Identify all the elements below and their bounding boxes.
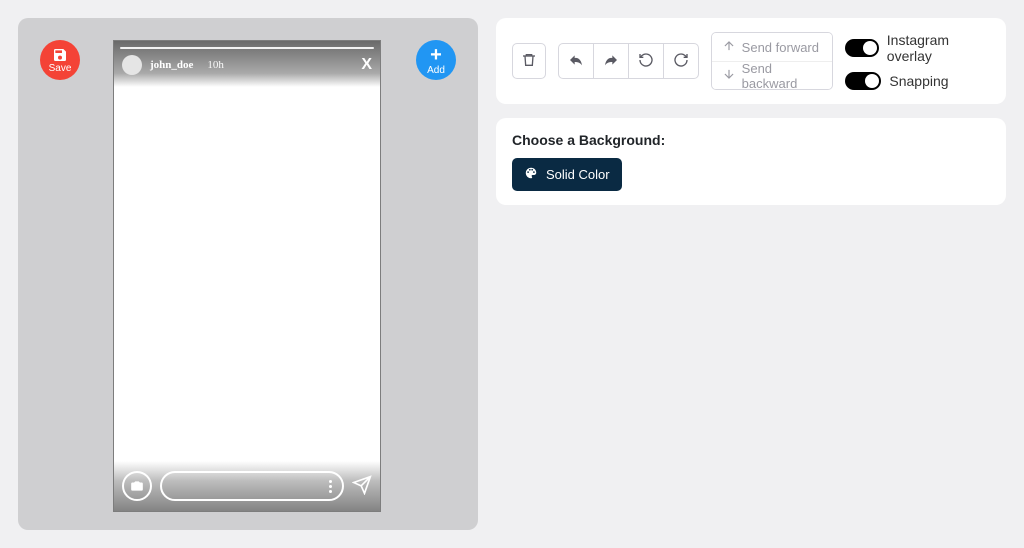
toolbar-card: Send forward Send backward Instagram ove… <box>496 18 1006 104</box>
story-username: john_doe <box>150 59 193 71</box>
story-close-icon: X <box>361 56 372 74</box>
add-button-label: Add <box>427 66 445 76</box>
undo-button[interactable] <box>628 43 664 79</box>
background-card: Choose a Background: Solid Color <box>496 118 1006 205</box>
background-title: Choose a Background: <box>512 132 990 148</box>
more-vertical-icon <box>329 480 332 493</box>
trash-icon <box>521 52 537 71</box>
send-forward-label: Send forward <box>742 40 819 55</box>
snapping-label: Snapping <box>889 73 948 89</box>
save-button-label: Save <box>49 64 72 74</box>
redo-button[interactable] <box>663 43 699 79</box>
instagram-overlay-label: Instagram overlay <box>887 32 990 64</box>
redo-icon <box>673 52 689 71</box>
save-icon <box>52 47 68 63</box>
story-overlay-bottom <box>114 461 380 511</box>
solid-color-button[interactable]: Solid Color <box>512 158 622 191</box>
solid-color-label: Solid Color <box>546 167 610 182</box>
canvas-panel: Save + Add john_doe 10h X <box>18 18 478 530</box>
send-icon <box>352 475 372 498</box>
undo-icon <box>638 52 654 71</box>
palette-icon <box>524 166 538 183</box>
instagram-overlay-toggle[interactable] <box>845 39 878 57</box>
story-avatar <box>122 55 142 75</box>
story-timestamp: 10h <box>207 59 224 71</box>
send-backward-button[interactable]: Send backward <box>712 61 833 89</box>
arrow-up-icon <box>722 39 736 56</box>
plus-icon: + <box>430 45 442 65</box>
delete-button[interactable] <box>512 43 546 79</box>
layer-order-group: Send forward Send backward <box>711 32 834 90</box>
undo-arrow-button[interactable] <box>558 43 594 79</box>
snapping-toggle[interactable] <box>845 72 881 90</box>
redo-arrow-button[interactable] <box>593 43 629 79</box>
save-button[interactable]: Save <box>40 40 80 80</box>
send-forward-button[interactable]: Send forward <box>712 33 833 61</box>
story-overlay-top: john_doe 10h X <box>114 41 380 87</box>
arrow-down-icon <box>722 67 736 84</box>
story-progress-bar <box>120 47 374 49</box>
toggles-group: Instagram overlay Snapping <box>845 32 990 90</box>
camera-icon <box>122 471 152 501</box>
reply-arrow-icon <box>568 52 584 71</box>
reply-pill <box>160 471 344 501</box>
history-group <box>558 43 699 79</box>
forward-arrow-icon <box>603 52 619 71</box>
story-canvas[interactable]: john_doe 10h X <box>113 40 381 512</box>
add-button[interactable]: + Add <box>416 40 456 80</box>
send-backward-label: Send backward <box>742 61 823 91</box>
